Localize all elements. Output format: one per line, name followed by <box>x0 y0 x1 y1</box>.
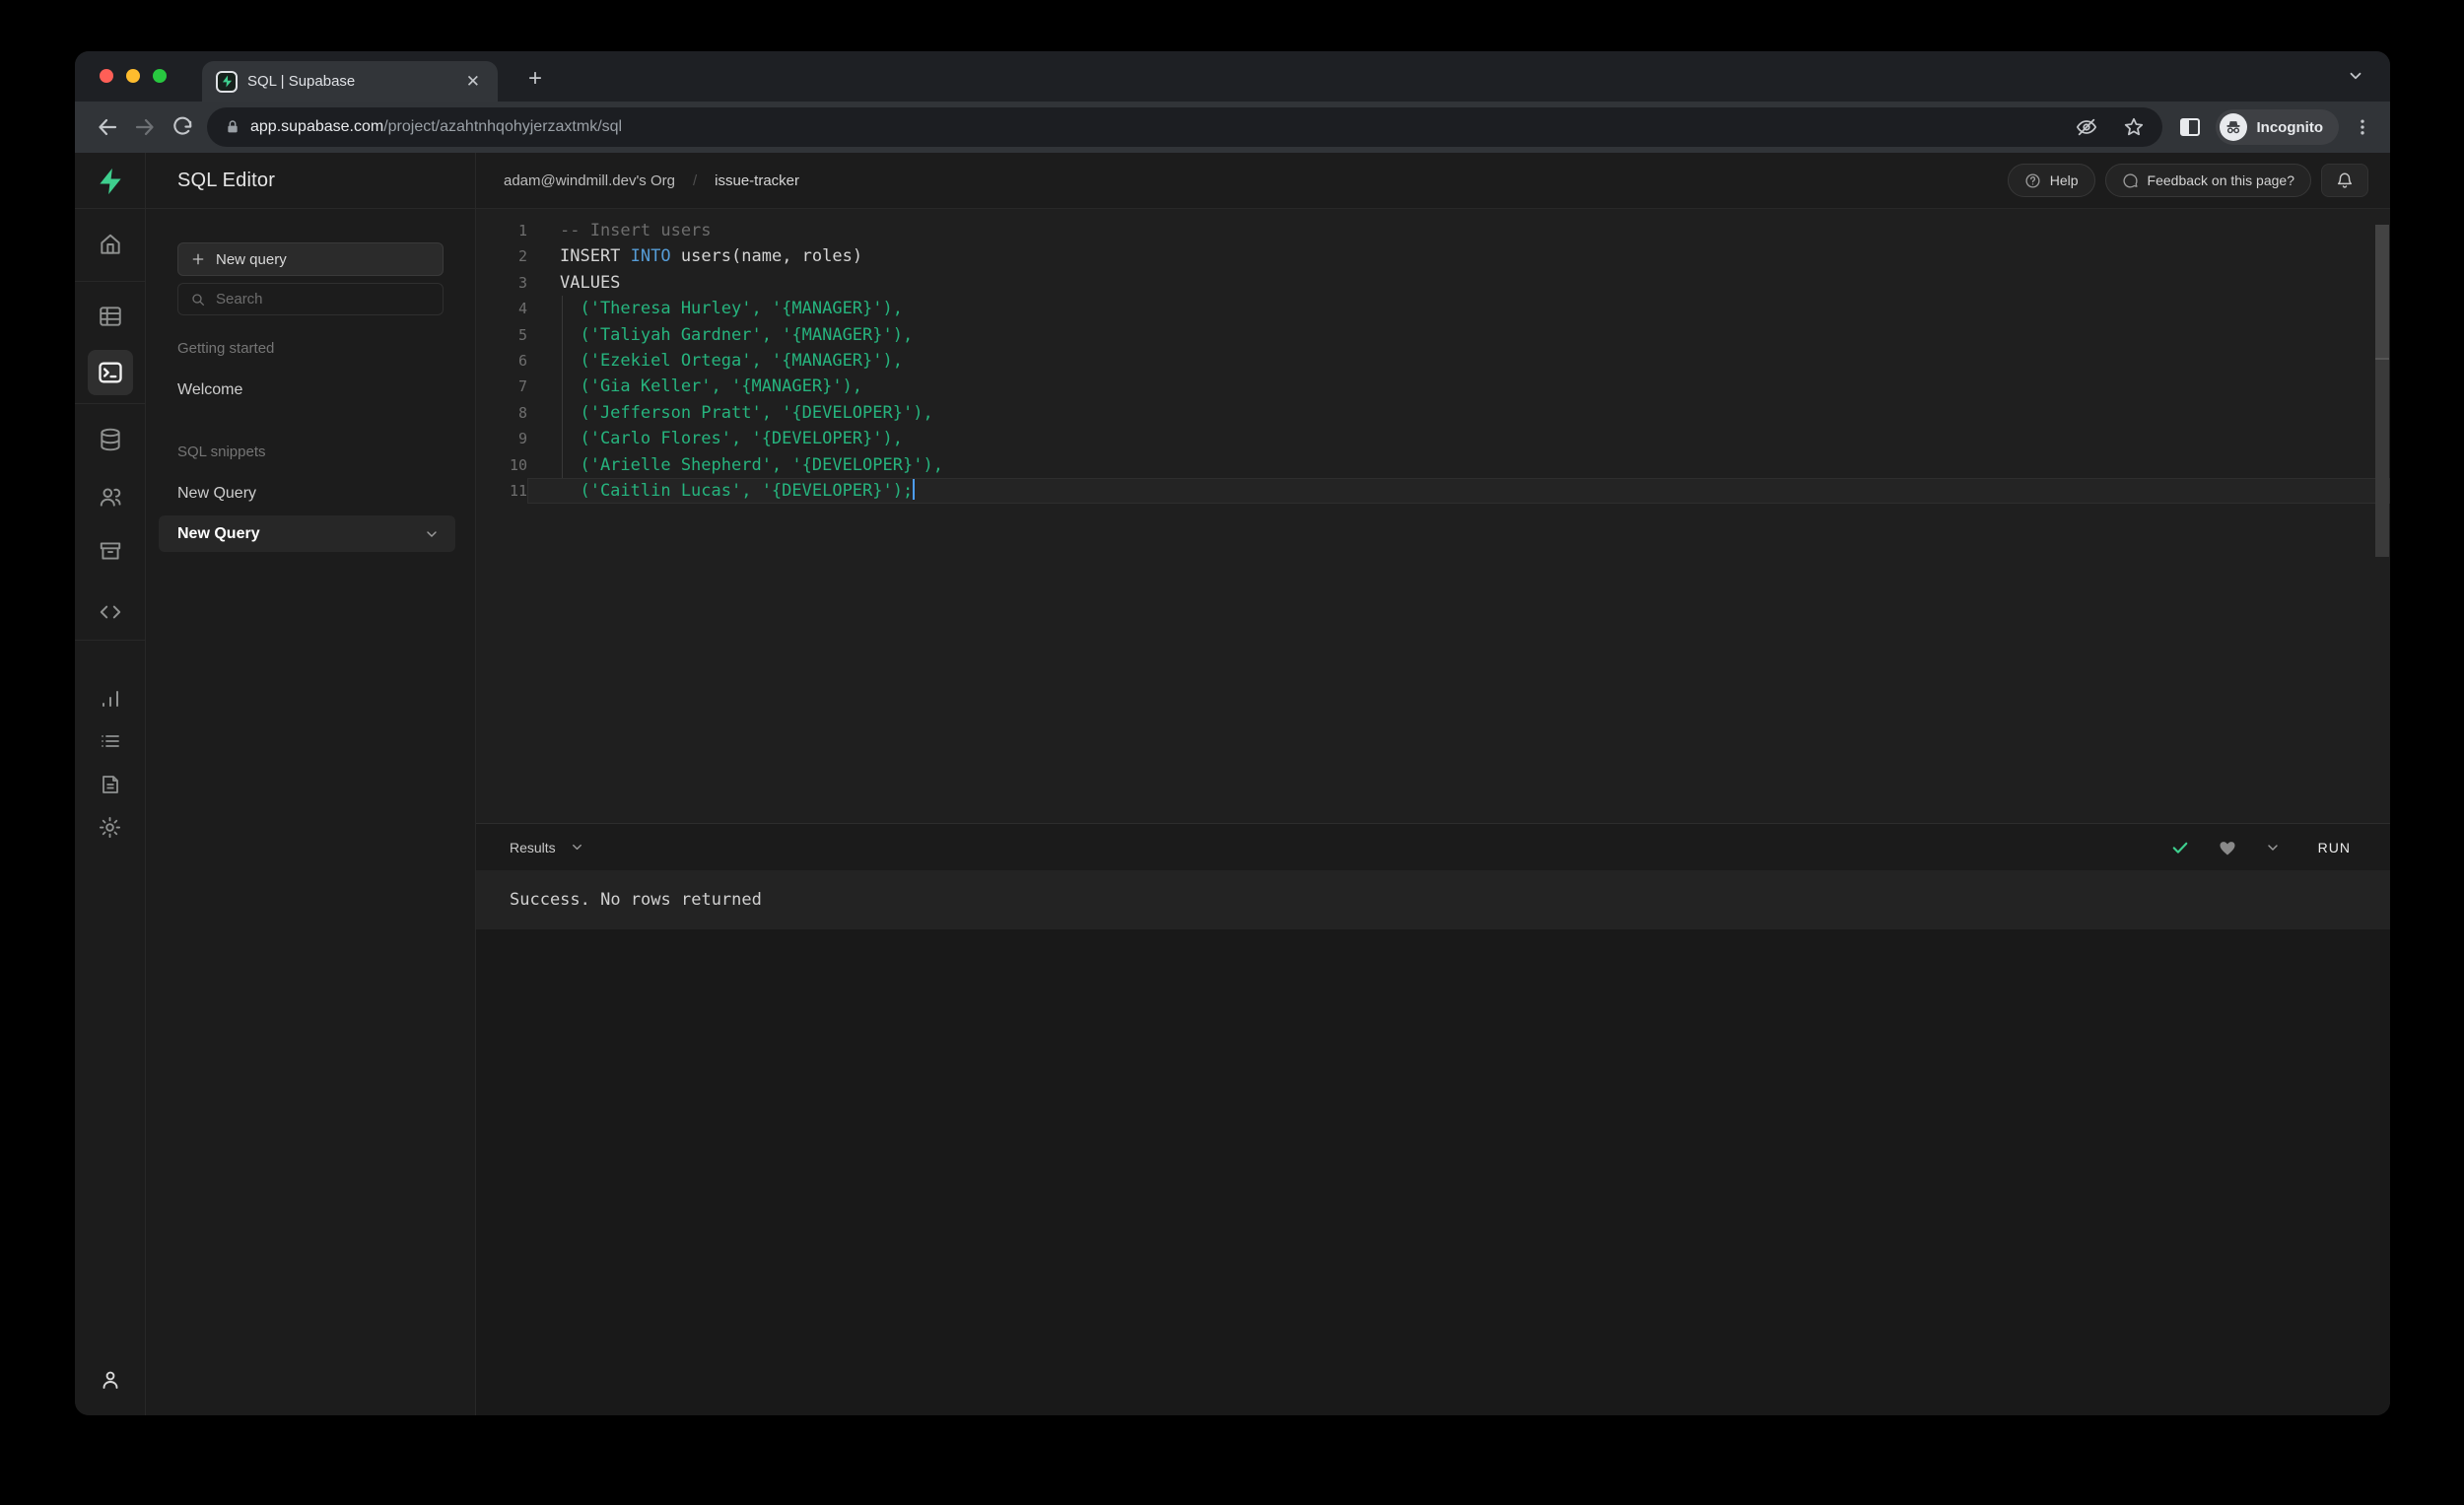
sql-code-editor[interactable]: 1 -- Insert users 2 INSERT INTO users(name,… <box>476 209 2390 823</box>
feedback-button[interactable]: Feedback on this page? <box>2104 164 2311 197</box>
notifications-button[interactable] <box>2321 164 2368 197</box>
eye-off-icon[interactable] <box>2076 116 2097 138</box>
sidebar-item-database[interactable] <box>91 420 130 459</box>
code-line[interactable]: 3 VALUES <box>476 270 2390 296</box>
code-line[interactable]: 11 ('Caitlin Lucas', '{DEVELOPER}'); <box>476 477 2390 505</box>
incognito-spy-icon <box>2219 113 2247 141</box>
supabase-app: SQL Editor New query Search Getting star… <box>75 153 2390 1415</box>
results-empty-area <box>476 929 2390 1415</box>
incognito-label: Incognito <box>2256 118 2324 136</box>
sidebar-item-authentication[interactable] <box>91 477 130 516</box>
bell-icon <box>2337 172 2353 188</box>
plus-icon <box>192 253 204 265</box>
text-cursor <box>913 478 916 500</box>
tab-title: SQL | Supabase <box>247 73 356 90</box>
indent-guide <box>562 296 563 478</box>
section-label-getting-started: Getting started <box>177 340 275 357</box>
chevron-down-icon <box>427 530 437 537</box>
success-check-icon <box>2170 838 2190 857</box>
results-dropdown[interactable]: Results <box>510 840 556 855</box>
breadcrumb-org[interactable]: adam@windmill.dev's Org <box>504 172 675 189</box>
address-bar[interactable]: app.supabase.com/project/azahtnhqohyjerz… <box>207 107 2162 147</box>
favorite-heart-icon[interactable] <box>2218 838 2237 857</box>
code-line[interactable]: 5 ('Taliyah Gardner', '{MANAGER}'), <box>476 322 2390 348</box>
sidebar-item-api-docs[interactable] <box>91 765 130 804</box>
run-options-chevron-icon[interactable] <box>2265 840 2281 855</box>
browser-window: SQL | Supabase ✕ + app.supabase.com/proj… <box>75 51 2390 1415</box>
nav-rail <box>75 153 146 1415</box>
traffic-lights <box>100 69 167 83</box>
code-line[interactable]: 2 INSERT INTO users(name, roles) <box>476 243 2390 269</box>
sidebar-item-new-query-selected[interactable]: New Query <box>159 515 455 552</box>
help-circle-icon <box>2025 172 2040 188</box>
code-line[interactable]: 7 ('Gia Keller', '{MANAGER}'), <box>476 374 2390 399</box>
reload-button[interactable] <box>164 108 201 146</box>
code-line[interactable]: 4 ('Theresa Hurley', '{MANAGER}'), <box>476 296 2390 321</box>
code-line[interactable]: 6 ('Ezekiel Ortega', '{MANAGER}'), <box>476 348 2390 374</box>
new-tab-button[interactable]: + <box>520 64 550 94</box>
results-toolbar: Results RUN <box>476 823 2390 870</box>
sidebar-item-edge-functions[interactable] <box>91 592 130 632</box>
lock-icon <box>225 119 240 135</box>
tab-close-icon[interactable]: ✕ <box>462 71 484 92</box>
sidebar-item-storage[interactable] <box>91 531 130 571</box>
sidebar-item-settings[interactable] <box>91 807 130 847</box>
help-button[interactable]: Help <box>2007 164 2095 197</box>
incognito-badge[interactable]: Incognito <box>2215 109 2339 145</box>
sidebar-item-sql-editor[interactable] <box>87 350 133 395</box>
code-line[interactable]: 10 ('Arielle Shepherd', '{DEVELOPER}'), <box>476 452 2390 478</box>
url-text: app.supabase.com/project/azahtnhqohyjerz… <box>250 118 623 135</box>
supabase-favicon-icon <box>216 70 238 93</box>
side-panel-icon[interactable] <box>2178 115 2202 139</box>
section-label-sql-snippets: SQL snippets <box>177 444 266 460</box>
back-button[interactable] <box>89 108 126 146</box>
minimize-window-button[interactable] <box>126 69 140 83</box>
account-icon[interactable] <box>91 1360 130 1400</box>
bookmark-star-icon[interactable] <box>2123 116 2145 138</box>
breadcrumb-separator: / <box>692 171 698 189</box>
sidebar-item-logs[interactable] <box>91 721 130 761</box>
query-status-message: Success. No rows returned <box>476 870 2390 929</box>
run-button[interactable]: RUN <box>2318 840 2351 855</box>
code-line[interactable]: 9 ('Carlo Flores', '{DEVELOPER}'), <box>476 426 2390 451</box>
code-line[interactable]: 1 -- Insert users <box>476 218 2390 243</box>
forward-button[interactable] <box>126 108 164 146</box>
sidebar-item-home[interactable] <box>91 225 130 264</box>
search-placeholder: Search <box>216 291 263 308</box>
sidebar-item-reports[interactable] <box>91 679 130 718</box>
editor-scrollbar[interactable] <box>2375 225 2389 557</box>
browser-menu-icon[interactable] <box>2353 117 2372 137</box>
sidebar-item-table-editor[interactable] <box>91 297 130 336</box>
sidebar-item-welcome[interactable]: Welcome <box>177 380 444 400</box>
results-chevron-icon[interactable] <box>570 840 584 855</box>
speech-bubble-icon <box>2123 172 2138 188</box>
supabase-logo-icon[interactable] <box>96 166 125 197</box>
close-window-button[interactable] <box>100 69 113 83</box>
sql-editor-sidebar: SQL Editor New query Search Getting star… <box>146 153 476 1415</box>
code-line[interactable]: 8 ('Jefferson Pratt', '{DEVELOPER}'), <box>476 400 2390 426</box>
page-title: SQL Editor <box>177 169 276 191</box>
main-header: adam@windmill.dev's Org / issue-tracker … <box>476 153 2390 209</box>
zoom-window-button[interactable] <box>153 69 167 83</box>
browser-tab[interactable]: SQL | Supabase ✕ <box>202 61 498 102</box>
browser-toolbar: app.supabase.com/project/azahtnhqohyjerz… <box>75 102 2390 153</box>
search-icon <box>192 293 204 306</box>
new-query-button[interactable]: New query <box>177 242 444 276</box>
breadcrumb-project[interactable]: issue-tracker <box>715 172 799 189</box>
sidebar-item-new-query[interactable]: New Query <box>177 484 444 504</box>
tab-search-chevron-icon[interactable] <box>2347 67 2364 85</box>
main-panel: adam@windmill.dev's Org / issue-tracker … <box>476 153 2390 1415</box>
search-input[interactable]: Search <box>177 283 444 315</box>
tab-strip: SQL | Supabase ✕ + <box>75 51 2390 102</box>
